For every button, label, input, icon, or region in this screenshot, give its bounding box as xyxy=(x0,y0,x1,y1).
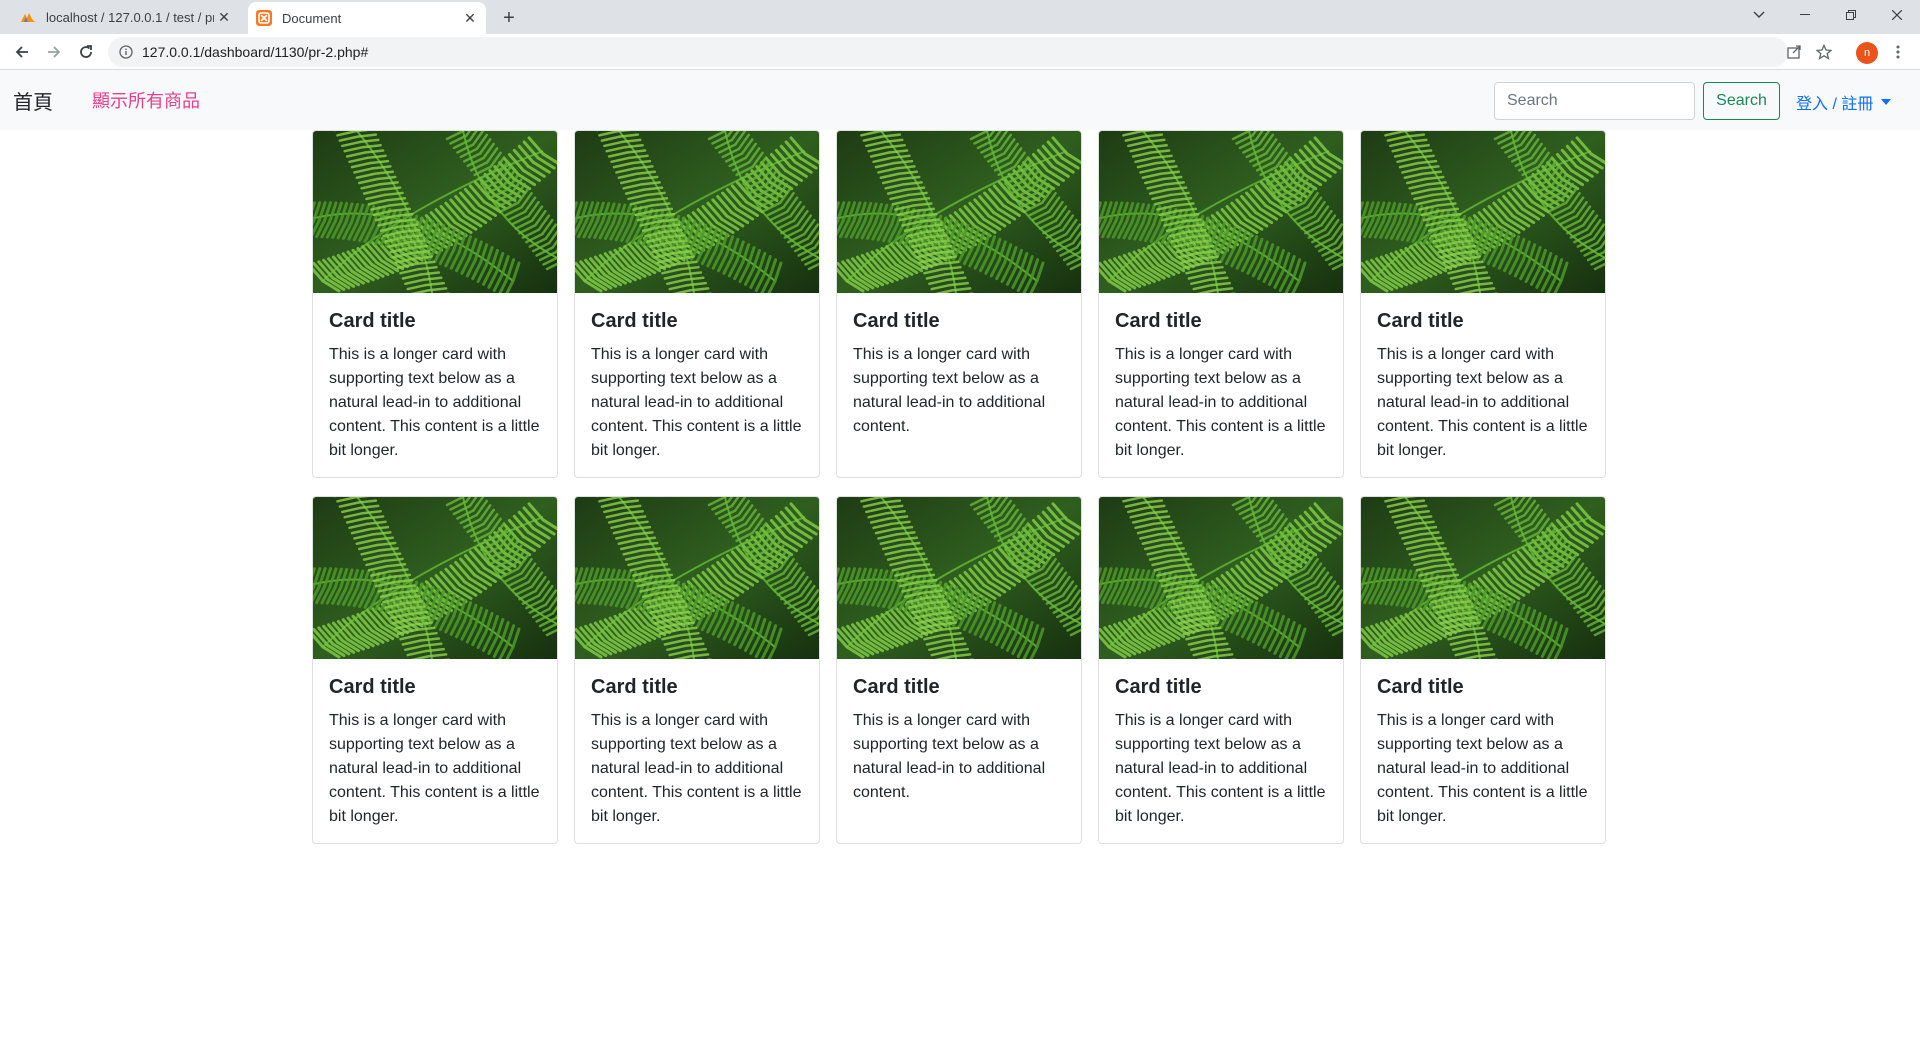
product-card: Card title This is a longer card with su… xyxy=(1360,496,1606,844)
card-body: Card title This is a longer card with su… xyxy=(575,659,819,843)
fern-image xyxy=(575,497,819,659)
caret-down-icon xyxy=(1881,99,1892,105)
card-text: This is a longer card with supporting te… xyxy=(853,712,1046,801)
card-title: Card title xyxy=(591,676,678,698)
product-card: Card title This is a longer card with su… xyxy=(1098,130,1344,478)
search-button[interactable]: Search xyxy=(1703,82,1780,120)
browser-tab-document[interactable]: Document ✕ xyxy=(248,2,486,34)
browser-tab-phpmyadmin[interactable]: localhost / 127.0.0.1 / test / pro ✕ xyxy=(12,0,240,34)
card-title: Card title xyxy=(329,676,416,698)
navbar-brand-home[interactable]: 首頁 xyxy=(13,86,53,115)
card-title: Card title xyxy=(853,676,940,698)
card-body: Card title This is a longer card with su… xyxy=(575,293,819,477)
card-grid: Card title This is a longer card with su… xyxy=(312,130,1608,844)
login-register-dropdown[interactable]: 登入 / 註冊 xyxy=(1796,90,1892,114)
bookmark-star-icon[interactable] xyxy=(1810,38,1838,66)
product-card: Card title This is a longer card with su… xyxy=(312,130,558,478)
xampp-icon xyxy=(256,10,272,26)
card-title: Card title xyxy=(591,310,678,332)
card-text: This is a longer card with supporting te… xyxy=(329,712,540,825)
product-card: Card title This is a longer card with su… xyxy=(574,496,820,844)
new-tab-button[interactable]: + xyxy=(496,5,522,31)
browser-tab-bar: localhost / 127.0.0.1 / test / pro ✕ Doc… xyxy=(0,0,1920,34)
browser-menu-icon[interactable] xyxy=(1884,38,1912,66)
reload-icon[interactable] xyxy=(72,38,100,66)
card-text: This is a longer card with supporting te… xyxy=(1377,346,1588,459)
profile-avatar[interactable]: n xyxy=(1856,42,1878,64)
card-body: Card title This is a longer card with su… xyxy=(1361,659,1605,843)
fern-image xyxy=(575,131,819,293)
product-card: Card title This is a longer card with su… xyxy=(1360,130,1606,478)
login-register-label: 登入 / 註冊 xyxy=(1796,96,1874,113)
restore-icon[interactable] xyxy=(1828,0,1874,30)
card-title: Card title xyxy=(1377,310,1464,332)
fern-image xyxy=(313,131,557,293)
minimize-icon[interactable] xyxy=(1782,0,1828,30)
fern-image xyxy=(837,497,1081,659)
fern-image xyxy=(313,497,557,659)
product-card: Card title This is a longer card with su… xyxy=(836,496,1082,844)
card-title: Card title xyxy=(1115,310,1202,332)
close-tab-icon[interactable]: ✕ xyxy=(460,8,480,28)
site-navbar: 首頁 顯示所有商品 Search 登入 / 註冊 xyxy=(0,70,1920,130)
tab-title: Document xyxy=(282,10,342,26)
card-body: Card title This is a longer card with su… xyxy=(1099,659,1343,843)
card-text: This is a longer card with supporting te… xyxy=(591,346,802,459)
product-card: Card title This is a longer card with su… xyxy=(836,130,1082,478)
nav-link-all-products[interactable]: 顯示所有商品 xyxy=(92,87,200,113)
card-body: Card title This is a longer card with su… xyxy=(837,293,1081,455)
product-card: Card title This is a longer card with su… xyxy=(1098,496,1344,844)
phpmyadmin-icon xyxy=(20,9,36,25)
browser-toolbar: 127.0.0.1/dashboard/1130/pr-2.php# n xyxy=(0,34,1920,70)
card-body: Card title This is a longer card with su… xyxy=(1099,293,1343,477)
forward-arrow-icon[interactable] xyxy=(40,38,68,66)
site-info-icon[interactable] xyxy=(118,44,134,60)
fern-image xyxy=(1099,131,1343,293)
card-text: This is a longer card with supporting te… xyxy=(1115,712,1326,825)
card-body: Card title This is a longer card with su… xyxy=(313,659,557,843)
url-text: 127.0.0.1/dashboard/1130/pr-2.php# xyxy=(142,44,369,60)
close-window-icon[interactable] xyxy=(1874,0,1920,30)
card-text: This is a longer card with supporting te… xyxy=(1377,712,1588,825)
fern-image xyxy=(837,131,1081,293)
share-icon[interactable] xyxy=(1780,38,1808,66)
product-card: Card title This is a longer card with su… xyxy=(574,130,820,478)
tab-title: localhost / 127.0.0.1 / test / pro xyxy=(46,9,214,25)
fern-image xyxy=(1361,131,1605,293)
card-title: Card title xyxy=(853,310,940,332)
card-text: This is a longer card with supporting te… xyxy=(329,346,540,459)
address-bar[interactable]: 127.0.0.1/dashboard/1130/pr-2.php# xyxy=(108,37,1788,67)
card-text: This is a longer card with supporting te… xyxy=(1115,346,1326,459)
card-body: Card title This is a longer card with su… xyxy=(1361,293,1605,477)
card-title: Card title xyxy=(1115,676,1202,698)
card-title: Card title xyxy=(1377,676,1464,698)
card-body: Card title This is a longer card with su… xyxy=(837,659,1081,821)
fern-image xyxy=(1361,497,1605,659)
card-text: This is a longer card with supporting te… xyxy=(853,346,1046,435)
back-arrow-icon[interactable] xyxy=(8,38,36,66)
fern-image xyxy=(1099,497,1343,659)
card-title: Card title xyxy=(329,310,416,332)
card-text: This is a longer card with supporting te… xyxy=(591,712,802,825)
search-input[interactable] xyxy=(1494,82,1695,120)
close-tab-icon[interactable]: ✕ xyxy=(214,7,234,27)
card-body: Card title This is a longer card with su… xyxy=(313,293,557,477)
tab-search-chevron-icon[interactable] xyxy=(1736,0,1782,30)
product-card: Card title This is a longer card with su… xyxy=(312,496,558,844)
